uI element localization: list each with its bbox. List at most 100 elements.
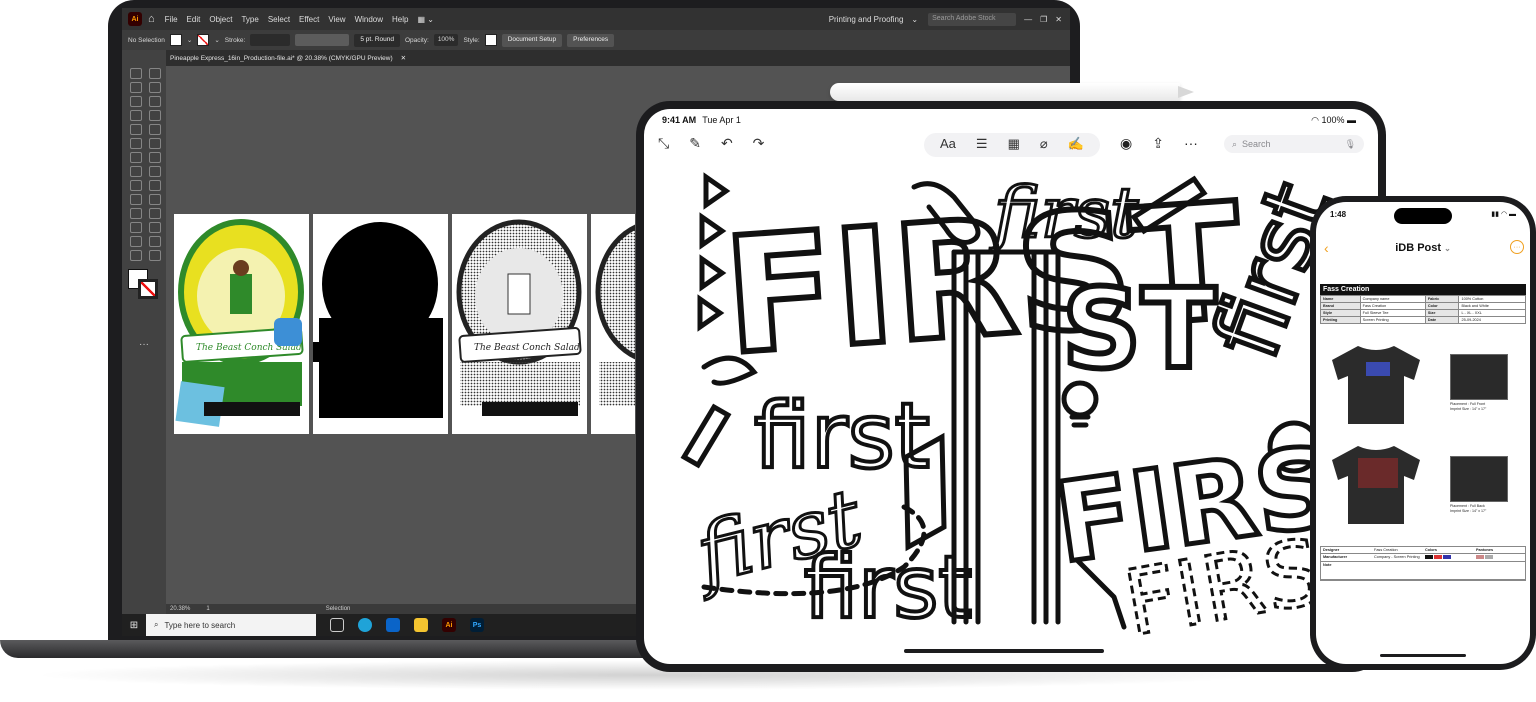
rotate-tool-icon[interactable] <box>130 152 142 163</box>
width-tool-icon[interactable] <box>130 166 142 177</box>
spec-key: Style <box>1320 309 1361 317</box>
home-icon[interactable]: ⌂ <box>148 13 155 25</box>
text-format-button[interactable]: Aa <box>940 136 956 154</box>
pantones-label: Pantones <box>1476 548 1494 552</box>
phone-home-indicator[interactable] <box>1380 654 1466 657</box>
chevron-down-icon[interactable]: ⌄ <box>187 36 192 44</box>
more-options-icon[interactable]: ··· <box>1510 240 1524 254</box>
compose-icon[interactable]: ✎ <box>689 135 701 152</box>
artboard-color[interactable]: The Beast Conch Salad <box>174 214 309 434</box>
menu-type[interactable]: Type <box>241 15 258 24</box>
fill-swatch[interactable] <box>169 34 182 46</box>
windows-start-icon[interactable]: ⊞ <box>122 620 146 631</box>
variable-width-field[interactable] <box>295 34 350 46</box>
artboard-black-mask[interactable] <box>313 214 448 434</box>
gradient-tool-icon[interactable] <box>149 194 161 205</box>
arrange-documents-icon[interactable]: ▦ ⌄ <box>417 15 433 24</box>
microphone-icon[interactable]: 🎙 <box>1345 139 1356 150</box>
document-tab[interactable]: Pineapple Express_16in_Production-file.a… <box>170 55 393 62</box>
selection-tool-icon[interactable] <box>130 68 142 79</box>
tech-pack-sheet[interactable]: Fass Creation Name Company name Fabric 1… <box>1320 284 1526 589</box>
eraser-tool-icon[interactable] <box>149 138 161 149</box>
photoshop-taskbar-icon[interactable]: Ps <box>470 618 484 632</box>
blend-tool-icon[interactable] <box>149 208 161 219</box>
edge-browser-icon[interactable] <box>358 618 372 632</box>
document-setup-button[interactable]: Document Setup <box>501 33 563 47</box>
shaper-tool-icon[interactable] <box>130 138 142 149</box>
menu-file[interactable]: File <box>165 15 178 24</box>
markup-icon[interactable]: ✍ <box>1068 136 1084 154</box>
minimize-icon[interactable]: — <box>1024 15 1032 24</box>
fill-stroke-widget[interactable] <box>128 269 158 299</box>
hand-tool-icon[interactable] <box>130 250 142 261</box>
preferences-button[interactable]: Preferences <box>567 33 615 47</box>
type-tool-icon[interactable] <box>130 110 142 121</box>
close-tab-icon[interactable]: ✕ <box>401 54 406 62</box>
designer-value: Fass Creation <box>1374 548 1398 552</box>
column-graph-tool-icon[interactable] <box>149 222 161 233</box>
attachment-icon[interactable]: ⌀ <box>1040 136 1048 154</box>
outlook-icon[interactable] <box>386 618 400 632</box>
lasso-tool-icon[interactable] <box>149 82 161 93</box>
collapse-icon[interactable]: ⤡ <box>658 135 669 152</box>
menu-object[interactable]: Object <box>209 15 232 24</box>
chevron-down-icon[interactable]: ⌄ <box>214 36 219 44</box>
stock-search-input[interactable]: Search Adobe Stock <box>928 12 1017 26</box>
table-row: Name Company name Fabric 100% Cotton <box>1320 295 1526 303</box>
file-explorer-icon[interactable] <box>414 618 428 632</box>
scale-tool-icon[interactable] <box>149 152 161 163</box>
redo-icon[interactable]: ↷ <box>753 135 765 152</box>
graphic-style-swatch[interactable] <box>484 34 497 46</box>
stroke-swatch[interactable] <box>197 34 210 46</box>
table-icon[interactable]: ▦ <box>1008 136 1020 154</box>
curvature-tool-icon[interactable] <box>149 96 161 107</box>
zoom-tool-icon[interactable] <box>149 250 161 261</box>
menu-window[interactable]: Window <box>355 15 383 24</box>
pen-tool-icon[interactable] <box>130 96 142 107</box>
share-icon[interactable]: ⇪ <box>1152 135 1164 152</box>
close-icon[interactable]: ✕ <box>1055 15 1062 24</box>
notes-search-input[interactable]: ⌕ Search 🎙 <box>1224 135 1364 153</box>
artboard-halftone-partial[interactable] <box>591 214 635 434</box>
restore-icon[interactable]: ❐ <box>1040 15 1047 24</box>
menu-edit[interactable]: Edit <box>187 15 201 24</box>
brush-definition[interactable]: 5 pt. Round <box>354 33 400 47</box>
opacity-field[interactable]: 100% <box>433 34 459 46</box>
menu-effect[interactable]: Effect <box>299 15 319 24</box>
notes-toolbar: ⤡ ✎ ↶ ↷ Aa ☰ ▦ ⌀ ✍ ◉ ⇪ ··· ⌕ Search 🎙 <box>644 129 1378 159</box>
checklist-icon[interactable]: ☰ <box>976 136 988 154</box>
menu-select[interactable]: Select <box>268 15 290 24</box>
chevron-down-icon[interactable]: ⌄ <box>911 15 918 24</box>
workspace-switcher[interactable]: Printing and Proofing <box>829 15 904 24</box>
magic-wand-tool-icon[interactable] <box>130 82 142 93</box>
menu-view[interactable]: View <box>328 15 345 24</box>
paintbrush-tool-icon[interactable] <box>149 124 161 135</box>
menu-help[interactable]: Help <box>392 15 408 24</box>
more-icon[interactable]: ··· <box>1184 135 1198 152</box>
taskbar-search[interactable]: ⌕ Type here to search <box>146 614 316 636</box>
rectangle-tool-icon[interactable] <box>130 124 142 135</box>
mesh-tool-icon[interactable] <box>130 194 142 205</box>
undo-icon[interactable]: ↶ <box>721 135 733 152</box>
eyedropper-tool-icon[interactable] <box>130 208 142 219</box>
symbol-sprayer-tool-icon[interactable] <box>130 222 142 233</box>
tablet-home-indicator[interactable] <box>904 649 1104 653</box>
handwritten-artwork[interactable]: FIRST first ST first first first first F… <box>644 165 1378 659</box>
direct-selection-tool-icon[interactable] <box>149 68 161 79</box>
artboard-halftone[interactable]: The Beast Conch Salad <box>452 214 587 434</box>
more-tools-icon[interactable]: ··· <box>122 339 166 350</box>
post-title[interactable]: iDB Post ⌄ <box>1316 242 1530 254</box>
shape-builder-tool-icon[interactable] <box>130 180 142 191</box>
pen-markup-icon[interactable]: ◉ <box>1120 135 1132 152</box>
artboard-number[interactable]: 1 <box>206 606 209 612</box>
free-transform-tool-icon[interactable] <box>149 166 161 177</box>
stroke-color-icon[interactable] <box>138 279 158 299</box>
slice-tool-icon[interactable] <box>149 236 161 247</box>
artboard-tool-icon[interactable] <box>130 236 142 247</box>
perspective-grid-tool-icon[interactable] <box>149 180 161 191</box>
task-view-icon[interactable] <box>330 618 344 632</box>
illustrator-taskbar-icon[interactable]: Ai <box>442 618 456 632</box>
stroke-weight-field[interactable] <box>250 34 291 46</box>
line-tool-icon[interactable] <box>149 110 161 121</box>
zoom-level[interactable]: 20.38% <box>170 606 190 612</box>
